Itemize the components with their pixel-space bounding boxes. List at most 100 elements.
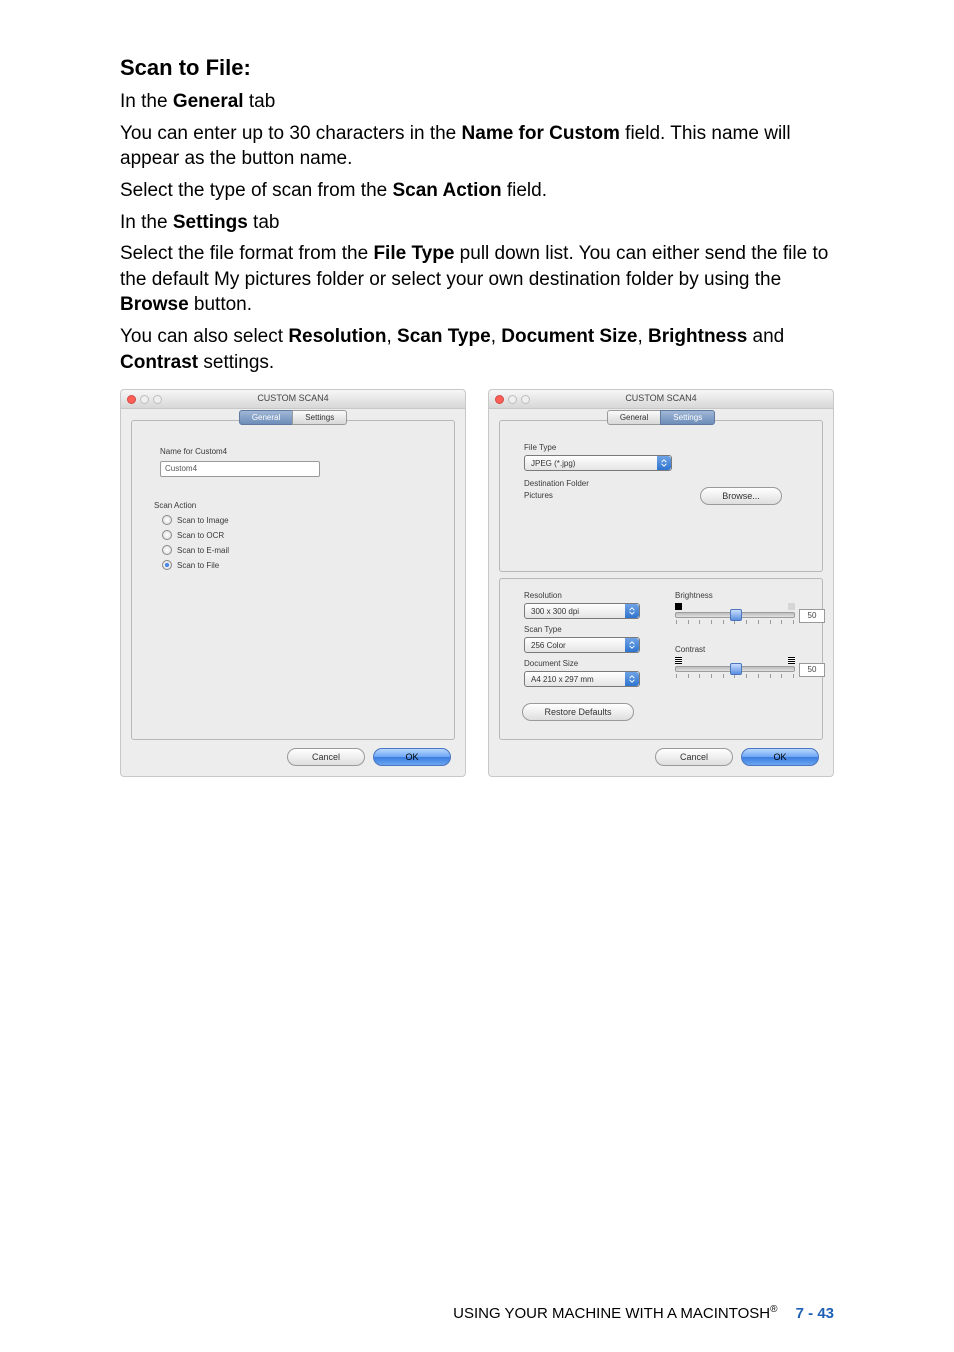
titlebar: CUSTOM SCAN4 xyxy=(489,390,833,409)
chevron-updown-icon xyxy=(625,672,639,686)
file-type-label: File Type xyxy=(524,443,556,452)
text: , xyxy=(491,326,502,347)
radio-icon xyxy=(162,515,172,525)
brightness-min-icon xyxy=(675,603,682,610)
group-filetype: File Type JPEG (*.jpg) Destination Folde… xyxy=(499,420,823,572)
text: You can enter up to 30 characters in the xyxy=(120,123,462,144)
brightness-label: Brightness xyxy=(675,591,713,600)
scan-type-label: Scan Type xyxy=(524,625,562,634)
page-number: 7 - 43 xyxy=(796,1305,834,1322)
radio-label: Scan to Image xyxy=(177,516,229,525)
cancel-button[interactable]: Cancel xyxy=(655,748,733,766)
select-value: A4 210 x 297 mm xyxy=(531,675,594,684)
window-title: CUSTOM SCAN4 xyxy=(121,393,465,403)
brightness-value[interactable]: 50 xyxy=(799,609,825,623)
text-bold: Brightness xyxy=(648,326,747,347)
text: tab xyxy=(244,91,276,112)
text: field. xyxy=(502,180,547,201)
paragraph-general-tab: In the General tab xyxy=(120,89,834,115)
contrast-value[interactable]: 50 xyxy=(799,663,825,677)
destination-folder-label: Destination Folder xyxy=(524,479,589,488)
destination-folder-value: Pictures xyxy=(524,491,553,500)
section-heading: Scan to File: xyxy=(120,55,834,81)
tab-settings[interactable]: Settings xyxy=(292,410,347,425)
group-general: Name for Custom4 Custom4 Scan Action Sca… xyxy=(131,420,455,740)
radio-label: Scan to File xyxy=(177,561,219,570)
radio-scan-to-image[interactable]: Scan to Image xyxy=(162,515,229,525)
paragraph-file-type: Select the file format from the File Typ… xyxy=(120,241,834,318)
paragraph-settings-list: You can also select Resolution, Scan Typ… xyxy=(120,324,834,375)
text: In the xyxy=(120,212,173,233)
text-bold: Name for Custom xyxy=(462,123,620,144)
contrast-min-icon xyxy=(675,657,682,664)
tabstrip: General Settings xyxy=(131,410,455,425)
window-title: CUSTOM SCAN4 xyxy=(489,393,833,403)
contrast-label: Contrast xyxy=(675,645,705,654)
titlebar: CUSTOM SCAN4 xyxy=(121,390,465,409)
cancel-button[interactable]: Cancel xyxy=(287,748,365,766)
select-value: JPEG (*.jpg) xyxy=(531,459,575,468)
select-value: 300 x 300 dpi xyxy=(531,607,579,616)
text-bold: Resolution xyxy=(288,326,386,347)
dialog-custom-scan-general: CUSTOM SCAN4 General Settings Name for C… xyxy=(120,389,466,777)
text-bold: Browse xyxy=(120,294,189,315)
text: button. xyxy=(189,294,252,315)
chevron-updown-icon xyxy=(625,638,639,652)
slider-thumb-icon xyxy=(730,609,742,621)
radio-icon xyxy=(162,560,172,570)
radio-scan-to-ocr[interactable]: Scan to OCR xyxy=(162,530,229,540)
text-bold: Document Size xyxy=(501,326,637,347)
text: , xyxy=(637,326,648,347)
text: tab xyxy=(248,212,280,233)
tabstrip: General Settings xyxy=(499,410,823,425)
paragraph-scan-action: Select the type of scan from the Scan Ac… xyxy=(120,178,834,204)
text: In the xyxy=(120,91,173,112)
text: settings. xyxy=(198,352,274,373)
tab-general[interactable]: General xyxy=(607,410,661,425)
resolution-label: Resolution xyxy=(524,591,562,600)
file-type-select[interactable]: JPEG (*.jpg) xyxy=(524,455,672,471)
document-size-label: Document Size xyxy=(524,659,578,668)
name-for-custom-label: Name for Custom4 xyxy=(160,447,227,456)
text: and xyxy=(747,326,784,347)
slider-thumb-icon xyxy=(730,663,742,675)
ok-button[interactable]: OK xyxy=(741,748,819,766)
text-bold: Scan Type xyxy=(397,326,491,347)
radio-icon xyxy=(162,545,172,555)
radio-label: Scan to E-mail xyxy=(177,546,229,555)
document-size-select[interactable]: A4 210 x 297 mm xyxy=(524,671,640,687)
resolution-select[interactable]: 300 x 300 dpi xyxy=(524,603,640,619)
text: You can also select xyxy=(120,326,288,347)
tab-settings[interactable]: Settings xyxy=(660,410,715,425)
radio-scan-to-email[interactable]: Scan to E-mail xyxy=(162,545,229,555)
chevron-updown-icon xyxy=(657,456,671,470)
text: Select the file format from the xyxy=(120,243,373,264)
restore-defaults-button[interactable]: Restore Defaults xyxy=(522,703,634,721)
radio-scan-to-file[interactable]: Scan to File xyxy=(162,560,229,570)
chevron-updown-icon xyxy=(625,604,639,618)
name-for-custom-input[interactable]: Custom4 xyxy=(160,461,320,477)
text-bold: Settings xyxy=(173,212,248,233)
select-value: 256 Color xyxy=(531,641,566,650)
paragraph-name-for-custom: You can enter up to 30 characters in the… xyxy=(120,121,834,172)
text: , xyxy=(386,326,397,347)
contrast-max-icon xyxy=(788,657,795,664)
brightness-max-icon xyxy=(788,603,795,610)
scan-action-label: Scan Action xyxy=(154,501,196,510)
ok-button[interactable]: OK xyxy=(373,748,451,766)
registered-icon: ® xyxy=(770,1304,777,1315)
text-bold: Scan Action xyxy=(392,180,501,201)
radio-label: Scan to OCR xyxy=(177,531,224,540)
group-scan-options: Resolution 300 x 300 dpi Scan Type 256 C… xyxy=(499,578,823,740)
radio-icon xyxy=(162,530,172,540)
page-footer: USING YOUR MACHINE WITH A MACINTOSH® 7 -… xyxy=(453,1304,834,1322)
text-bold: File Type xyxy=(373,243,454,264)
contrast-slider[interactable]: 50 xyxy=(675,657,795,678)
scan-type-select[interactable]: 256 Color xyxy=(524,637,640,653)
footer-text: USING YOUR MACHINE WITH A MACINTOSH xyxy=(453,1305,770,1322)
brightness-slider[interactable]: 50 xyxy=(675,603,795,624)
dialog-custom-scan-settings: CUSTOM SCAN4 General Settings File Type … xyxy=(488,389,834,777)
tab-general[interactable]: General xyxy=(239,410,293,425)
text-bold: Contrast xyxy=(120,352,198,373)
browse-button[interactable]: Browse... xyxy=(700,487,782,505)
